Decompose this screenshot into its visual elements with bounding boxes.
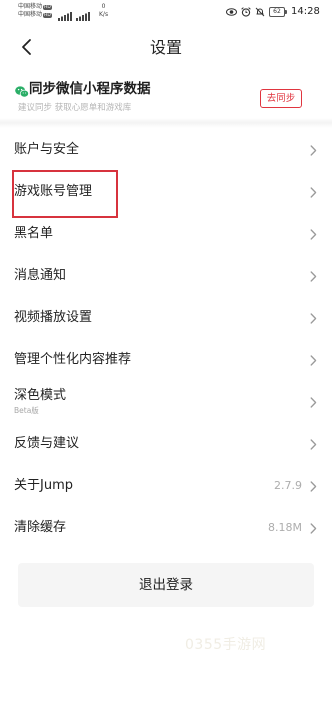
settings-item-about[interactable]: 关于Jump 2.7.9 bbox=[0, 465, 332, 507]
mute-icon bbox=[255, 7, 265, 17]
signal-icon bbox=[76, 6, 90, 25]
eye-icon bbox=[226, 8, 237, 16]
network-speed-unit: K/s bbox=[99, 11, 109, 18]
settings-item-label: 视频播放设置 bbox=[14, 310, 93, 325]
status-icons: 62 14:28 bbox=[226, 4, 320, 20]
signal-icon bbox=[58, 6, 72, 25]
settings-item-label: 关于Jump bbox=[14, 478, 73, 493]
settings-item-dark-mode[interactable]: 深色模式 Beta版 bbox=[0, 381, 332, 423]
settings-item-game-account[interactable]: 游戏账号管理 bbox=[0, 171, 332, 213]
sync-title: 同步微信小程序数据 bbox=[29, 81, 151, 97]
settings-item-clear-cache[interactable]: 清除缓存 8.18M bbox=[0, 507, 332, 549]
chevron-right-icon bbox=[310, 145, 317, 156]
signal-group bbox=[58, 6, 90, 25]
sync-subtitle: 建议同步 获取心愿单和游戏库 bbox=[18, 103, 132, 113]
network-speed: 0 K/s bbox=[99, 3, 108, 19]
wechat-sync-card: 同步微信小程序数据 建议同步 获取心愿单和游戏库 去同步 bbox=[0, 74, 332, 122]
settings-item-blacklist[interactable]: 黑名单 bbox=[0, 213, 332, 255]
cache-size: 8.18M bbox=[268, 521, 302, 534]
carrier-name-2: 中国移动 bbox=[18, 11, 43, 18]
status-bar: 中国移动 HD 中国移动 HD 0 K/s 62 14:28 bbox=[0, 0, 332, 24]
settings-item-personalized-recommendations[interactable]: 管理个性化内容推荐 bbox=[0, 339, 332, 381]
carrier-info: 中国移动 HD 中国移动 HD bbox=[18, 3, 52, 19]
carrier-line-1: 中国移动 HD bbox=[18, 3, 52, 11]
settings-list: 账户与安全 游戏账号管理 黑名单 消息通知 视频播放设置 管理个性化内容推荐 深… bbox=[0, 129, 332, 549]
hd-badge-1: HD bbox=[43, 4, 52, 10]
battery-icon: 62 bbox=[269, 7, 287, 17]
settings-item-label: 消息通知 bbox=[14, 268, 67, 283]
network-speed-value: 0 bbox=[101, 3, 106, 10]
beta-label: Beta版 bbox=[14, 406, 39, 415]
carrier-line-2: 中国移动 HD bbox=[18, 11, 52, 19]
chevron-right-icon bbox=[310, 481, 317, 492]
settings-item-label: 管理个性化内容推荐 bbox=[14, 352, 132, 367]
settings-item-label: 黑名单 bbox=[14, 226, 54, 241]
card-divider bbox=[0, 118, 332, 128]
chevron-right-icon bbox=[310, 355, 317, 366]
settings-item-label: 游戏账号管理 bbox=[14, 184, 93, 199]
logout-button[interactable]: 退出登录 bbox=[18, 563, 314, 607]
page-title: 设置 bbox=[149, 38, 182, 57]
settings-item-feedback[interactable]: 反馈与建议 bbox=[0, 423, 332, 465]
watermark: 0355手游网 bbox=[185, 637, 267, 653]
chevron-right-icon bbox=[310, 523, 317, 534]
chevron-right-icon bbox=[310, 313, 317, 324]
app-version: 2.7.9 bbox=[274, 479, 302, 492]
settings-screen: 中国移动 HD 中国移动 HD 0 K/s 62 14:28 设置 同步微信小程… bbox=[0, 0, 332, 720]
hd-badge-2: HD bbox=[43, 12, 52, 18]
wechat-icon bbox=[15, 83, 29, 98]
settings-item-label: 深色模式 bbox=[14, 388, 67, 403]
back-button[interactable] bbox=[17, 37, 35, 57]
alarm-icon bbox=[241, 7, 251, 17]
chevron-right-icon bbox=[310, 229, 317, 240]
settings-item-notifications[interactable]: 消息通知 bbox=[0, 255, 332, 297]
back-arrow-icon bbox=[22, 39, 31, 55]
settings-item-label: 清除缓存 bbox=[14, 520, 67, 535]
settings-item-label: 账户与安全 bbox=[14, 142, 80, 157]
settings-item-video-playback[interactable]: 视频播放设置 bbox=[0, 297, 332, 339]
chevron-right-icon bbox=[310, 271, 317, 282]
sync-now-button[interactable]: 去同步 bbox=[260, 89, 302, 108]
chevron-right-icon bbox=[310, 187, 317, 198]
settings-item-label: 反馈与建议 bbox=[14, 436, 80, 451]
settings-item-account-security[interactable]: 账户与安全 bbox=[0, 129, 332, 171]
chevron-right-icon bbox=[310, 397, 317, 408]
carrier-name-1: 中国移动 bbox=[18, 3, 43, 10]
chevron-right-icon bbox=[310, 439, 317, 450]
clock-time: 14:28 bbox=[291, 6, 320, 17]
